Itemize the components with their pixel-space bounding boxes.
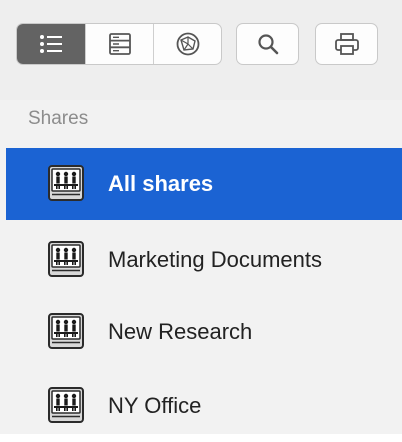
print-button[interactable]	[315, 23, 378, 65]
sidebar-item-marketing-documents[interactable]: Marketing Documents	[6, 224, 402, 296]
sidebar: Shares All shares Marketing Documents Ne…	[0, 100, 402, 434]
network-share-icon	[46, 240, 86, 280]
print-button-face[interactable]	[316, 24, 377, 64]
toolbar	[0, 0, 402, 100]
sidebar-item-label: Marketing Documents	[108, 247, 322, 272]
column-view-button[interactable]	[85, 24, 153, 64]
network-view-icon	[175, 31, 201, 57]
search-icon	[256, 32, 280, 56]
sidebar-item-new-research[interactable]: New Research	[6, 296, 402, 368]
network-share-icon	[46, 312, 86, 352]
list-view-icon	[39, 33, 63, 55]
network-share-icon	[46, 164, 86, 204]
sidebar-item-label: NY Office	[108, 393, 202, 418]
network-share-icon	[46, 386, 86, 426]
view-mode-segmented-control	[16, 23, 222, 65]
list-view-button[interactable]	[17, 24, 85, 64]
sidebar-item-ny-office[interactable]: NY Office	[6, 370, 402, 442]
column-view-icon	[108, 32, 132, 56]
sidebar-item-all-shares[interactable]: All shares	[6, 148, 402, 220]
sidebar-item-label: All shares	[108, 171, 214, 196]
sidebar-item-label: New Research	[108, 319, 253, 344]
print-icon	[334, 32, 360, 56]
network-view-button[interactable]	[153, 24, 221, 64]
search-button-face[interactable]	[237, 24, 298, 64]
section-header-shares: Shares	[28, 108, 89, 129]
search-button[interactable]	[236, 23, 299, 65]
